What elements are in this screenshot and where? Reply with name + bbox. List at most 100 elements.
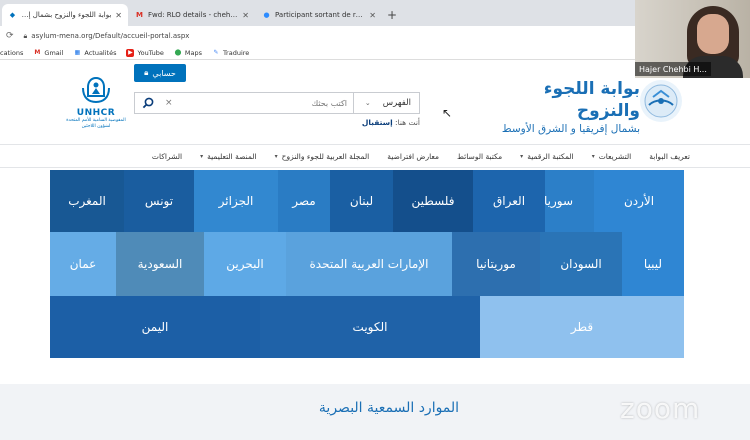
nav-label: تعريف البوابة [649,151,690,161]
my-account-button[interactable]: 🔒︎ حسابي [134,64,186,82]
country-tile-tunisia[interactable]: تونس [124,170,194,232]
breadcrumb-home-link[interactable]: إستقبال [362,118,393,127]
unhcr-emblem-icon [82,76,110,104]
bookmark-translate[interactable]: ✎ Traduire [212,48,250,57]
news-icon: ▦ [74,49,81,56]
chevron-down-icon: ▾ [520,152,524,160]
nav-label: المجلة العربية للجوء والنزوح [281,151,370,161]
search-input[interactable] [172,93,353,113]
youtube-icon: ▶ [126,48,135,57]
url-text[interactable]: asylum-mena.org/Default/accueil-portal.a… [31,32,189,40]
portal-page: 🔒︎ حسابي UNHCR المفوضية السامية للأمم ال… [0,60,750,440]
portal-subtitle: بشمال إفريقيا و الشرق الأوسط [501,123,640,135]
country-tile-oman[interactable]: عمان [50,232,116,296]
countries-treemap: الأردن سوريا العراق فلسطين لبنان مصر الج… [50,170,684,358]
nav-label: مكتبة الوسائط [457,151,503,161]
bookmark-youtube[interactable]: ▶ YouTube [126,48,164,57]
country-tile-sudan[interactable]: السودان [540,232,622,296]
country-tile-libya[interactable]: ليبيا [622,232,684,296]
search-icon[interactable] [135,93,161,113]
bookmark-apps[interactable]: cations [0,49,23,57]
country-tile-jordan[interactable]: الأردن [594,170,684,232]
chevron-down-icon: ▾ [200,152,204,160]
tab-zoom[interactable]: ● Participant sortant de réunion - ✕ [256,4,382,26]
unhcr-subtitle: لشؤون اللاجئين [81,124,111,129]
close-tab-icon[interactable]: ✕ [115,11,122,20]
mouse-cursor-icon: ↖ [442,106,453,120]
tab-title: Fwd: RLO details - chehbi.hajer@ [148,11,238,19]
bookmark-maps[interactable]: ⬤ Maps [174,49,202,57]
bookmark-label: Maps [184,48,203,57]
country-tile-uae[interactable]: الإمارات العربية المتحدة [286,232,452,296]
zoom-watermark: zoom [620,392,701,425]
nav-item-education-platform[interactable]: المنصة التعليمية ▾ [200,152,257,161]
lock-icon: 🔒︎ [144,68,149,77]
nav-label: معارض افتراضية [387,151,440,161]
tab-title: بوابة اللجوء والنزوح بشمال إفريقيا والشر… [21,11,112,19]
close-tab-icon[interactable]: ✕ [242,11,249,20]
bookmark-gmail[interactable]: M Gmail [33,49,63,57]
nav-label: المنصة التعليمية [207,151,257,161]
portal-title: بوابة اللجوء والنزوح [543,79,640,121]
clear-icon[interactable]: × [165,98,173,108]
chevron-down-icon: ▾ [274,152,278,160]
gmail-icon: M [34,49,41,56]
bookmark-label: Traduire [223,48,250,57]
unhcr-name: UNHCR [76,108,116,118]
nav-label: التشريعات [598,151,632,161]
tab-asylum-portal[interactable]: ◆ بوابة اللجوء والنزوح بشمال إفريقيا وال… [2,4,128,26]
zoom-participant-video[interactable]: Hajer Chehbi H... [635,0,750,78]
tab-title: Participant sortant de réunion - [275,11,365,19]
country-tile-lebanon[interactable]: لبنان [330,170,393,232]
country-tile-yemen[interactable]: اليمن [50,296,260,358]
country-tile-iraq[interactable]: العراق [473,170,545,232]
nav-item-virtual-exhibitions[interactable]: معارض افتراضية [387,152,439,161]
country-tile-algeria[interactable]: الجزائر [194,170,278,232]
country-tile-kuwait[interactable]: الكويت [260,296,480,358]
main-nav: تعريف البوابة التشريعات ▾ المكتبة الرقمية… [0,144,750,168]
nav-item-partnerships[interactable]: الشراكات [152,152,182,161]
country-tile-morocco[interactable]: المغرب [50,170,124,232]
reload-icon[interactable]: ⟳ [6,31,14,41]
tab-gmail[interactable]: M Fwd: RLO details - chehbi.hajer@ ✕ [129,4,255,26]
country-tile-palestine[interactable]: فلسطين [393,170,473,232]
nav-label: الشراكات [151,151,183,161]
country-tile-mauritania[interactable]: موريتانيا [452,232,540,296]
chevron-down-icon: ⌄ [364,99,371,107]
chevron-down-icon: ▾ [591,152,595,160]
breadcrumb: أنت هنا: إستقبال [330,118,420,127]
nav-item-about[interactable]: تعريف البوابة [649,152,690,161]
my-account-label: حسابي [152,68,176,78]
unhcr-favicon-icon: ◆ [9,11,16,19]
nav-item-arab-journal[interactable]: المجلة العربية للجوء والنزوح ▾ [275,152,370,161]
search-scope-select[interactable]: ⌄ الفهرس [353,93,419,113]
nav-item-media-library[interactable]: مكتبة الوسائط [457,152,502,161]
country-tile-egypt[interactable]: مصر [278,170,330,232]
bookmark-label: cations [0,48,24,57]
bookmark-label: YouTube [137,48,164,57]
close-tab-icon[interactable]: ✕ [369,11,376,20]
portal-brand[interactable]: بوابة اللجوء والنزوح بشمال إفريقيا و الش… [480,78,640,136]
bookmark-news[interactable]: ▦ Actualités [73,48,117,57]
unhcr-logo[interactable]: UNHCR المفوضية السامية للأمم المتحدة لشؤ… [58,74,134,134]
nav-item-digital-library[interactable]: المكتبة الرقمية ▾ [520,152,574,161]
new-tab-button[interactable]: + [383,4,401,26]
lock-icon[interactable]: 🔒︎ [24,32,28,41]
country-tile-saudi-arabia[interactable]: السعودية [116,232,204,296]
country-tile-bahrain[interactable]: البحرين [204,232,286,296]
search-scope-value: الفهرس [382,98,411,108]
participant-face [697,14,729,54]
translate-icon: ✎ [213,49,219,56]
country-tile-qatar[interactable]: قطر [480,296,684,358]
bookmark-label: Gmail [44,48,64,57]
nav-item-legislation[interactable]: التشريعات ▾ [592,152,632,161]
portal-logo-icon[interactable] [640,80,682,122]
zoom-icon: ● [263,11,270,19]
gmail-icon: M [136,11,143,19]
participant-name: Hajer Chehbi H... [635,62,711,76]
search-bar: × ⌄ الفهرس [134,92,420,114]
maps-icon: ⬤ [174,49,182,56]
bookmark-label: Actualités [84,48,117,57]
nav-label: المكتبة الرقمية [527,151,574,161]
breadcrumb-prefix: أنت هنا: [395,118,420,127]
